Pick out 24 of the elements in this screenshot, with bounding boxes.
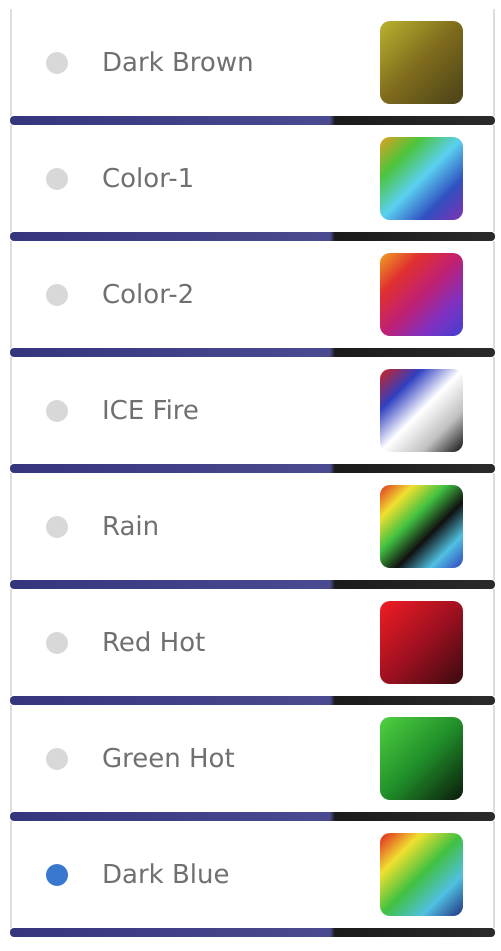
- radio-dot[interactable]: [46, 864, 68, 886]
- radio-dot[interactable]: [46, 284, 68, 306]
- palette-option[interactable]: Color-2: [10, 241, 495, 348]
- radio-dot[interactable]: [46, 516, 68, 538]
- palette-label: ICE Fire: [102, 396, 200, 426]
- palette-label: Dark Brown: [102, 48, 255, 78]
- radio-dot[interactable]: [46, 400, 68, 422]
- palette-option[interactable]: Color-1: [10, 125, 495, 232]
- palette-option[interactable]: Dark Blue: [10, 821, 495, 928]
- palette-option[interactable]: Green Hot: [10, 705, 495, 812]
- palette-option[interactable]: Rain: [10, 473, 495, 580]
- palette-label: Color-1: [102, 164, 196, 194]
- palette-label: Rain: [102, 512, 160, 542]
- palette-option[interactable]: Red Hot: [10, 589, 495, 696]
- radio-dot[interactable]: [46, 632, 68, 654]
- palette-label: Red Hot: [102, 628, 206, 658]
- palette-option[interactable]: ICE Fire: [10, 357, 495, 464]
- radio-dot[interactable]: [46, 748, 68, 770]
- radio-dot[interactable]: [46, 168, 68, 190]
- palette-label: Color-2: [102, 280, 196, 310]
- palette-option[interactable]: Dark Brown: [10, 9, 495, 116]
- palette-label: Dark Blue: [102, 860, 230, 890]
- palette-label: Green Hot: [102, 744, 236, 774]
- radio-dot[interactable]: [46, 52, 68, 74]
